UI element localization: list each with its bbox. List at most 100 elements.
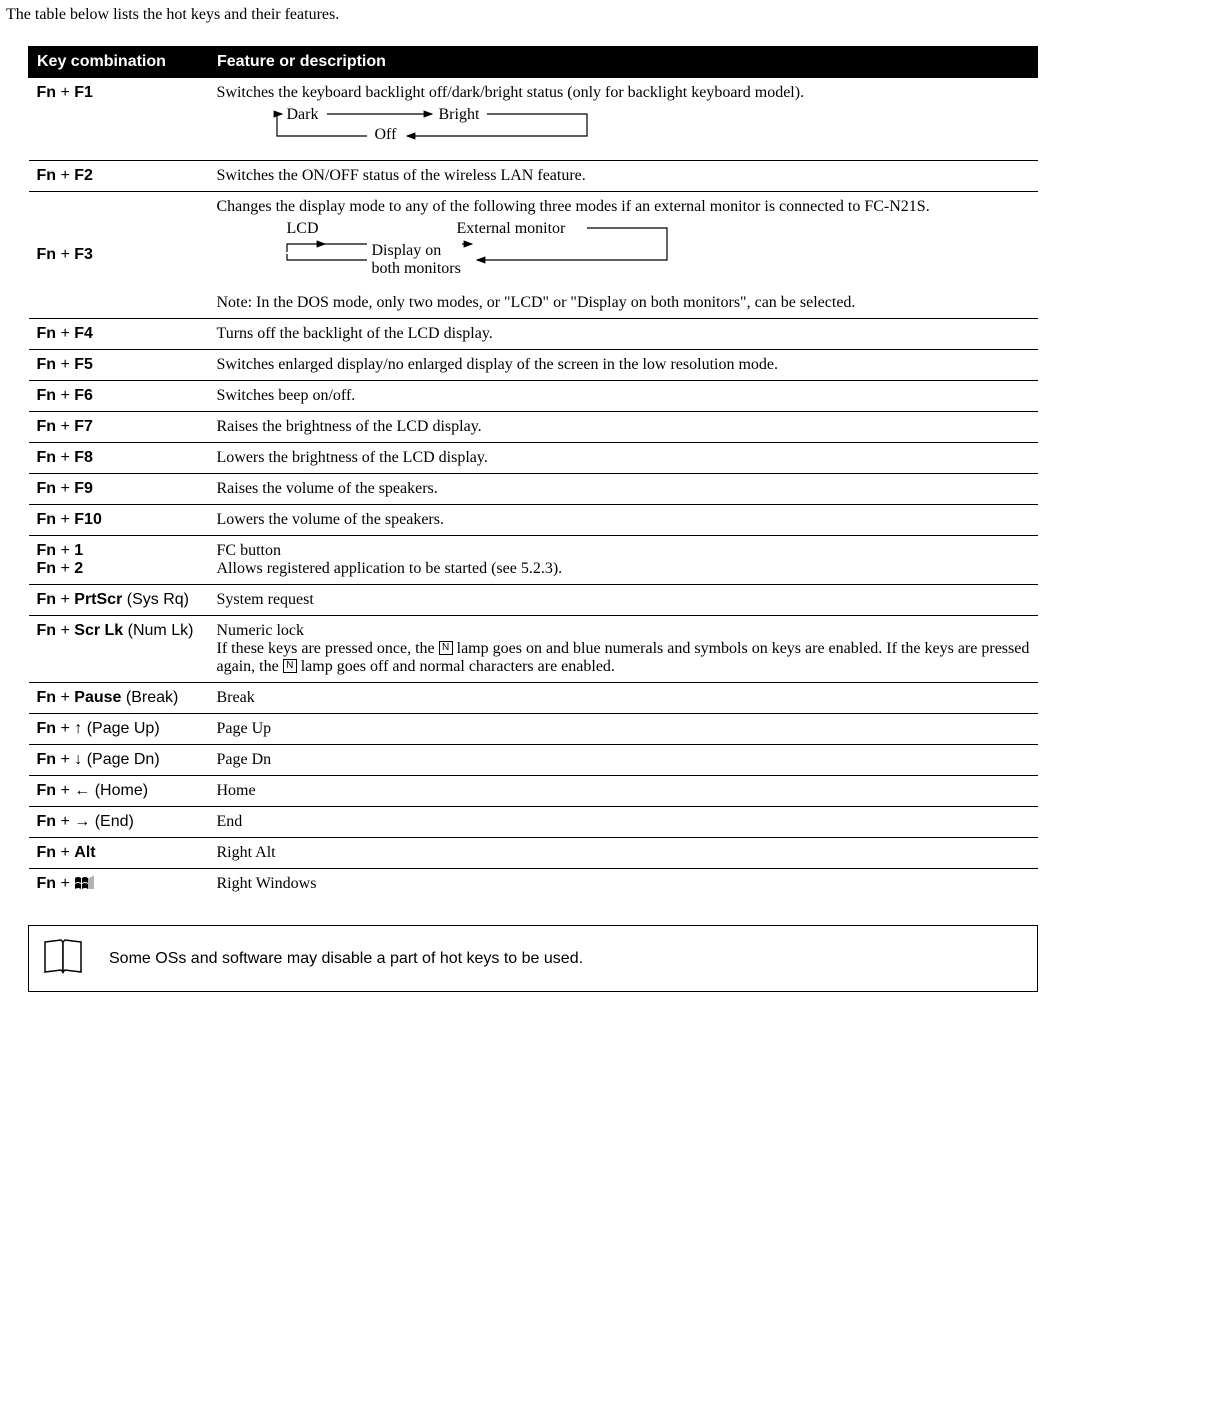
key-fn-f2: Fn + F2 bbox=[29, 161, 209, 192]
desc-text: Page Dn bbox=[217, 751, 1030, 769]
table-row: Fn + Alt Right Alt bbox=[29, 838, 1038, 869]
cycle-arrows-icon bbox=[217, 220, 687, 294]
key-fn-pause: Fn + Pause (Break) bbox=[29, 683, 209, 714]
table-row: Fn + ← (Home) Home bbox=[29, 776, 1038, 807]
desc-fn-right: End bbox=[209, 807, 1038, 838]
key-paren: (Home) bbox=[90, 782, 148, 799]
book-icon bbox=[41, 936, 85, 981]
desc-text: System request bbox=[217, 591, 1030, 609]
desc-text: Switches beep on/off. bbox=[217, 387, 1030, 405]
header-key: Key combination bbox=[29, 47, 209, 78]
desc-text: Page Up bbox=[217, 720, 1030, 738]
table-row: Fn + Right Windows bbox=[29, 869, 1038, 900]
desc-text: Allows registered application to be star… bbox=[217, 560, 1030, 578]
desc-text: Home bbox=[217, 782, 1030, 800]
table-row: Fn + F10 Lowers the volume of the speaker… bbox=[29, 505, 1038, 536]
desc-text: Right Windows bbox=[217, 875, 1030, 893]
table-row: Fn + F1 Switches the keyboard backlight … bbox=[29, 78, 1038, 161]
desc-fn-f3: Changes the display mode to any of the f… bbox=[209, 192, 1038, 319]
key-fn-prtscr: Fn + PrtScr (Sys Rq) bbox=[29, 585, 209, 616]
key-fn-f6: Fn + F6 bbox=[29, 381, 209, 412]
table-row: Fn + PrtScr (Sys Rq) System request bbox=[29, 585, 1038, 616]
key-fn-f1: Fn + F1 bbox=[29, 78, 209, 161]
table-row: Fn + 1 Fn + 2 FC button Allows registere… bbox=[29, 536, 1038, 585]
desc-text: Numeric lock bbox=[217, 622, 1030, 640]
desc-fn-f2: Switches the ON/OFF status of the wirele… bbox=[209, 161, 1038, 192]
header-feature: Feature or description bbox=[209, 47, 1038, 78]
desc-fn-f4: Turns off the backlight of the LCD displ… bbox=[209, 319, 1038, 350]
numlock-lamp-icon: N bbox=[283, 659, 297, 673]
desc-fn-f8: Lowers the brightness of the LCD display… bbox=[209, 443, 1038, 474]
desc-text: Right Alt bbox=[217, 844, 1030, 862]
arrow-right-icon: → bbox=[74, 813, 90, 830]
desc-fn-win: Right Windows bbox=[209, 869, 1038, 900]
desc-text: Lowers the volume of the speakers. bbox=[217, 511, 1030, 529]
desc-text: Changes the display mode to any of the f… bbox=[217, 198, 1030, 216]
table-row: Fn + → (End) End bbox=[29, 807, 1038, 838]
desc-fn-f9: Raises the volume of the speakers. bbox=[209, 474, 1038, 505]
intro-text: The table below lists the hot keys and t… bbox=[6, 6, 1219, 24]
desc-text: FC button bbox=[217, 542, 1030, 560]
desc-span: lamp goes off and normal characters are … bbox=[301, 658, 615, 675]
key-fn-left: Fn + ← (Home) bbox=[29, 776, 209, 807]
key-fn-f3: Fn + F3 bbox=[29, 192, 209, 319]
key-fn-down: Fn + ↓ (Page Dn) bbox=[29, 745, 209, 776]
table-row: Fn + Pause (Break) Break bbox=[29, 683, 1038, 714]
desc-text: Raises the volume of the speakers. bbox=[217, 480, 1030, 498]
table-row: Fn + F6 Switches beep on/off. bbox=[29, 381, 1038, 412]
desc-span: If these keys are pressed once, the bbox=[217, 640, 439, 657]
key-fn-1: Fn + 1 bbox=[37, 542, 201, 560]
desc-fn-alt: Right Alt bbox=[209, 838, 1038, 869]
windows-logo-icon bbox=[74, 875, 96, 893]
key-fn-f8: Fn + F8 bbox=[29, 443, 209, 474]
table-row: Fn + ↑ (Page Up) Page Up bbox=[29, 714, 1038, 745]
table-row: Fn + F4 Turns off the backlight of the LC… bbox=[29, 319, 1038, 350]
key-fn-f4: Fn + F4 bbox=[29, 319, 209, 350]
desc-fn-pause: Break bbox=[209, 683, 1038, 714]
key-fn-f7: Fn + F7 bbox=[29, 412, 209, 443]
table-row: Fn + F8 Lowers the brightness of the LCD … bbox=[29, 443, 1038, 474]
desc-text: Turns off the backlight of the LCD displ… bbox=[217, 325, 1030, 343]
desc-fn-down: Page Dn bbox=[209, 745, 1038, 776]
key-paren: (End) bbox=[90, 813, 134, 830]
desc-fn-f5: Switches enlarged display/no enlarged di… bbox=[209, 350, 1038, 381]
numlock-lamp-icon: N bbox=[439, 641, 453, 655]
desc-text: Switches the keyboard backlight off/dark… bbox=[217, 84, 1030, 102]
desc-text: Lowers the brightness of the LCD display… bbox=[217, 449, 1030, 467]
key-fn-alt: Fn + Alt bbox=[29, 838, 209, 869]
key-paren: (Page Up) bbox=[82, 720, 159, 737]
key-fn-1-2: Fn + 1 Fn + 2 bbox=[29, 536, 209, 585]
key-fn-f5: Fn + F5 bbox=[29, 350, 209, 381]
desc-text: Switches the ON/OFF status of the wirele… bbox=[217, 167, 1030, 185]
desc-text: Raises the brightness of the LCD display… bbox=[217, 418, 1030, 436]
desc-text: If these keys are pressed once, the N la… bbox=[217, 640, 1030, 676]
key-paren: (Page Dn) bbox=[82, 751, 159, 768]
key-fn-f10: Fn + F10 bbox=[29, 505, 209, 536]
desc-text: Break bbox=[217, 689, 1030, 707]
desc-fn-f6: Switches beep on/off. bbox=[209, 381, 1038, 412]
hotkey-table: Key combination Feature or description F… bbox=[28, 46, 1038, 899]
desc-fn-f10: Lowers the volume of the speakers. bbox=[209, 505, 1038, 536]
desc-text: Switches enlarged display/no enlarged di… bbox=[217, 356, 1030, 374]
display-mode-diagram: LCD External monitor Display on both mon… bbox=[217, 220, 687, 294]
table-row: Fn + Scr Lk (Num Lk) Numeric lock If the… bbox=[29, 616, 1038, 683]
footnote-box: Some OSs and software may disable a part… bbox=[28, 925, 1038, 992]
desc-fn-f7: Raises the brightness of the LCD display… bbox=[209, 412, 1038, 443]
key-fn-f9: Fn + F9 bbox=[29, 474, 209, 505]
desc-fn-up: Page Up bbox=[209, 714, 1038, 745]
table-row: Fn + F7 Raises the brightness of the LCD … bbox=[29, 412, 1038, 443]
desc-note: Note: In the DOS mode, only two modes, o… bbox=[217, 294, 1030, 312]
footnote-text: Some OSs and software may disable a part… bbox=[109, 950, 583, 968]
desc-fn-scrlk: Numeric lock If these keys are pressed o… bbox=[209, 616, 1038, 683]
table-row: Fn + ↓ (Page Dn) Page Dn bbox=[29, 745, 1038, 776]
desc-fn-left: Home bbox=[209, 776, 1038, 807]
key-fn-scrlk: Fn + Scr Lk (Num Lk) bbox=[29, 616, 209, 683]
desc-fn-prtscr: System request bbox=[209, 585, 1038, 616]
key-fn-right: Fn + → (End) bbox=[29, 807, 209, 838]
desc-text: End bbox=[217, 813, 1030, 831]
arrow-left-icon: ← bbox=[74, 782, 90, 799]
cycle-arrows-icon bbox=[217, 106, 637, 154]
backlight-cycle-diagram: Dark Bright Off bbox=[217, 106, 637, 154]
table-row: Fn + F2 Switches the ON/OFF status of th… bbox=[29, 161, 1038, 192]
key-fn-up: Fn + ↑ (Page Up) bbox=[29, 714, 209, 745]
